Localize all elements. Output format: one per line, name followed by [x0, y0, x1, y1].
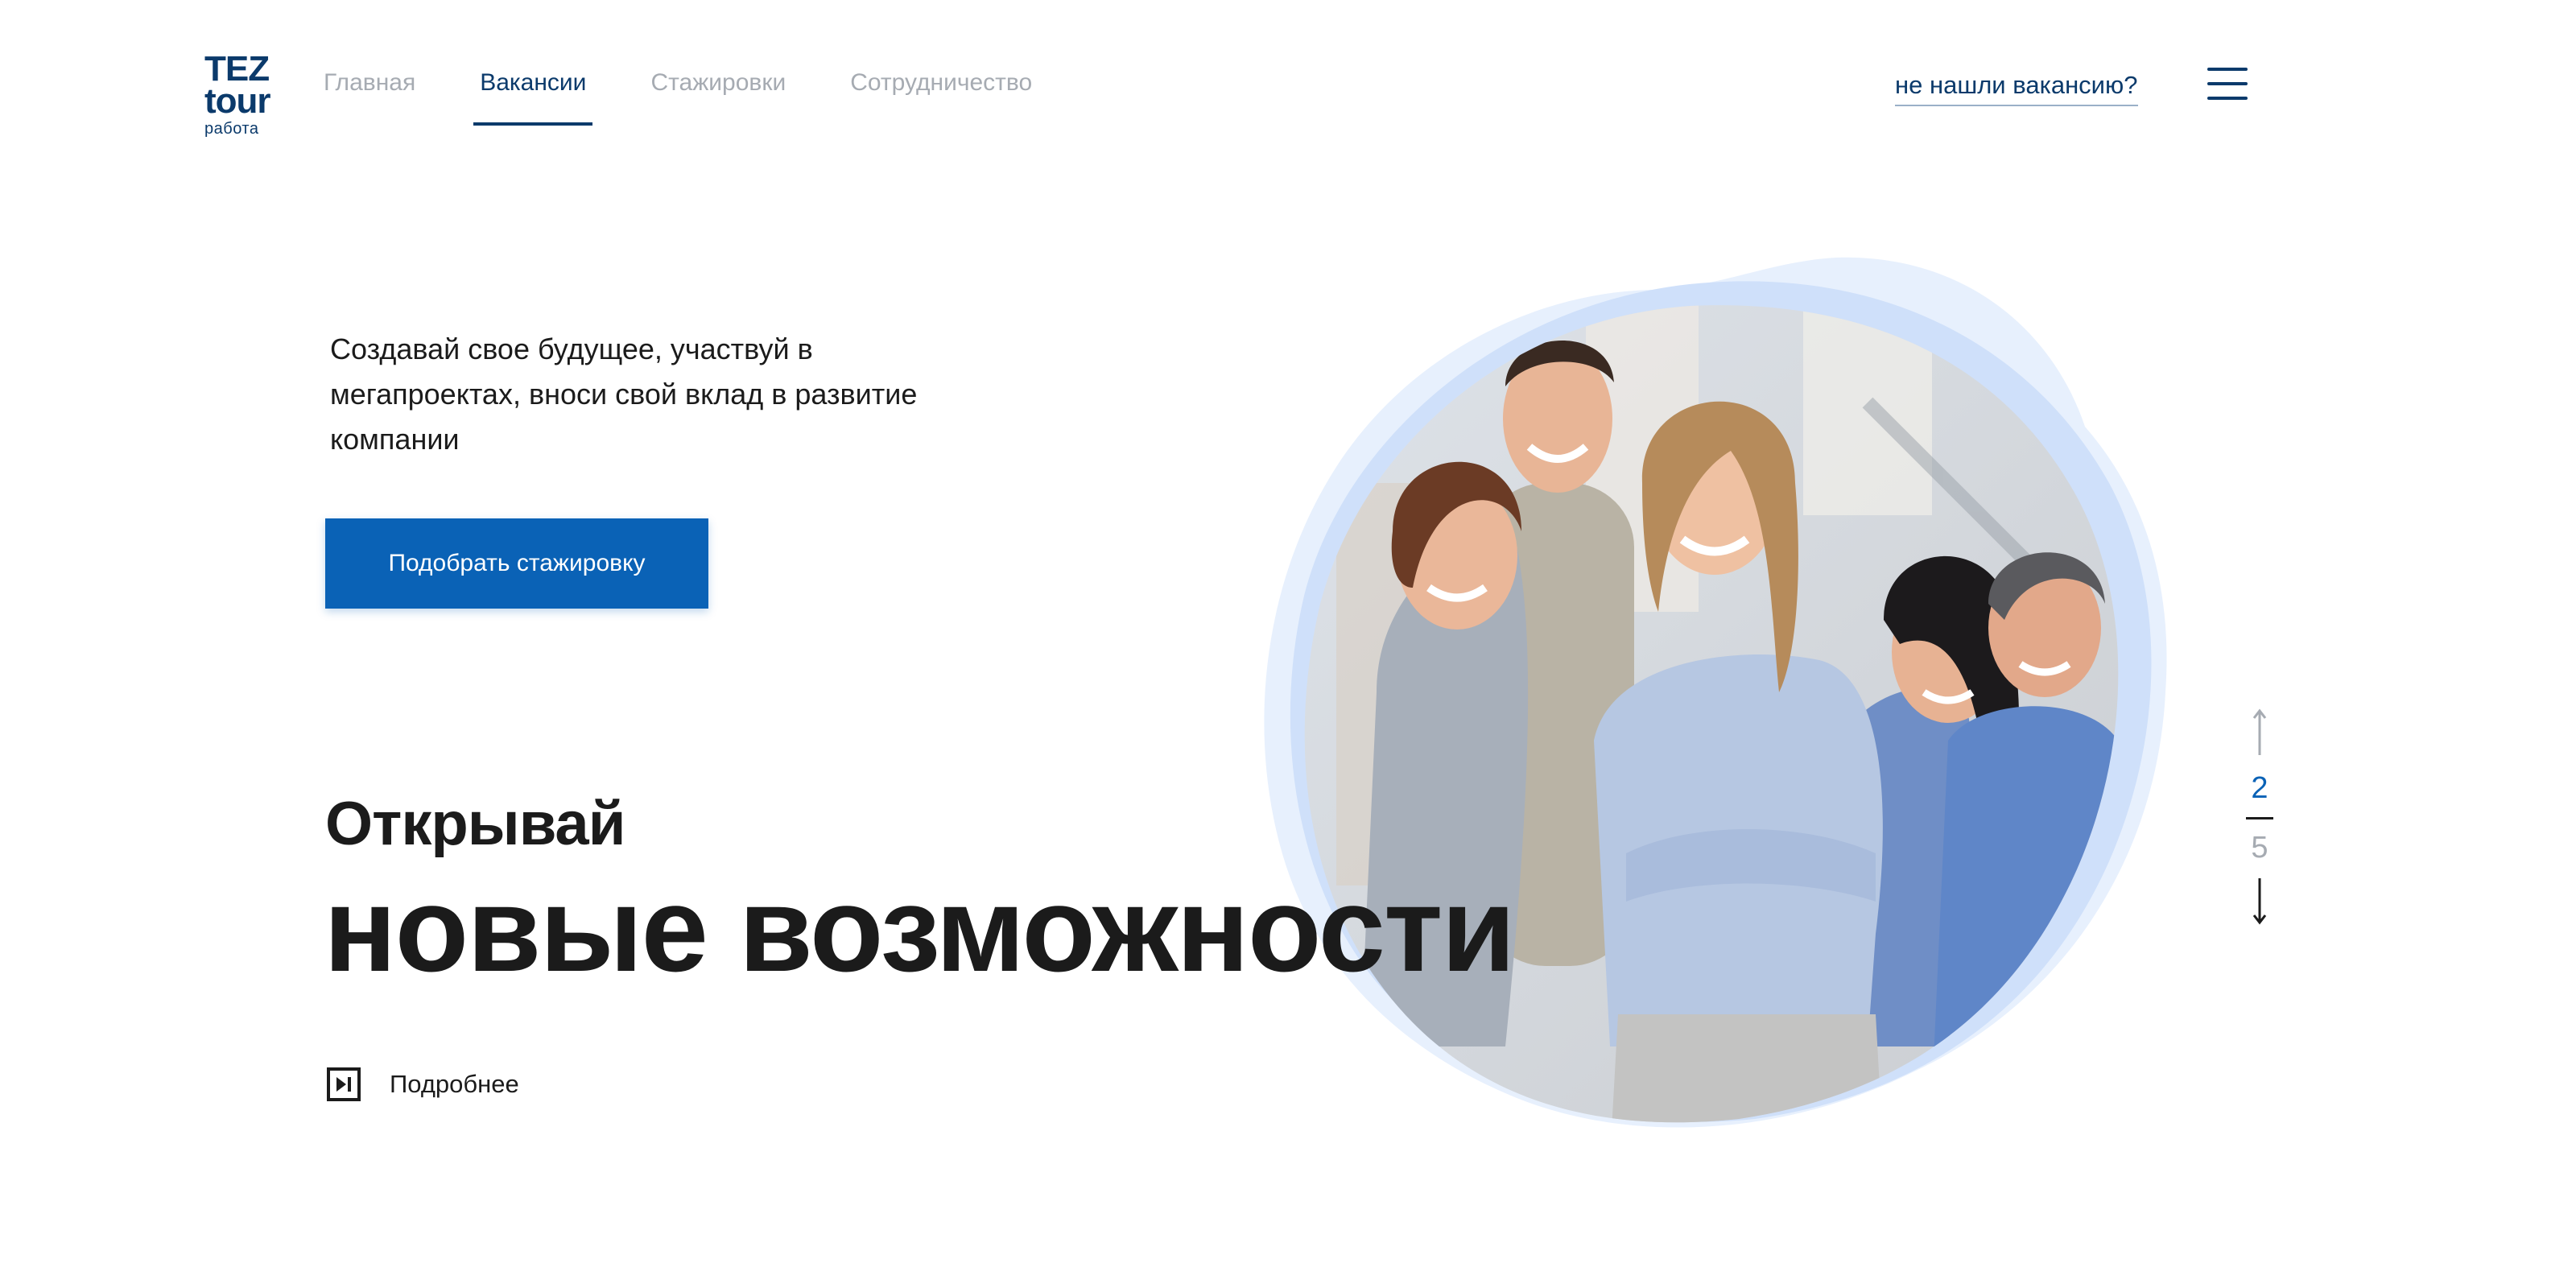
hero-illustration: [1240, 242, 2190, 1159]
slide-pager: 2 5: [2231, 708, 2288, 925]
more-label: Подробнее: [390, 1070, 519, 1098]
headline-small: Открывай: [325, 790, 625, 858]
not-found-vacancy-link[interactable]: не нашли вакансию?: [1895, 71, 2138, 106]
pager-current: 2: [2251, 771, 2268, 805]
hamburger-icon[interactable]: [2207, 68, 2248, 100]
more-link[interactable]: Подробнее: [327, 1067, 519, 1101]
play-next-icon: [327, 1067, 361, 1101]
arrow-up-icon[interactable]: [2252, 708, 2268, 757]
arrow-down-icon[interactable]: [2252, 877, 2268, 925]
logo-line-3: работа: [204, 120, 259, 138]
main-nav: Главная Вакансии Стажировки Сотрудничест…: [324, 69, 1096, 126]
nav-item-cooperation[interactable]: Сотрудничество: [850, 69, 1038, 126]
pager-divider: [2246, 817, 2273, 819]
nav-item-vacancies[interactable]: Вакансии: [473, 69, 593, 126]
hero-tagline: Создавай свое будущее, участвуй в мегапр…: [330, 332, 918, 456]
pager-total: 5: [2251, 831, 2268, 865]
headline-big: новые возможности: [324, 861, 1516, 997]
logo-line-2: tour: [204, 81, 271, 121]
logo[interactable]: TEZ tour работа: [204, 52, 293, 138]
nav-item-internships[interactable]: Стажировки: [650, 69, 792, 126]
page: TEZ tour работа Главная Вакансии Стажиро…: [0, 0, 2576, 1288]
find-internship-button[interactable]: Подобрать стажировку: [325, 518, 708, 609]
nav-item-home[interactable]: Главная: [324, 69, 422, 126]
